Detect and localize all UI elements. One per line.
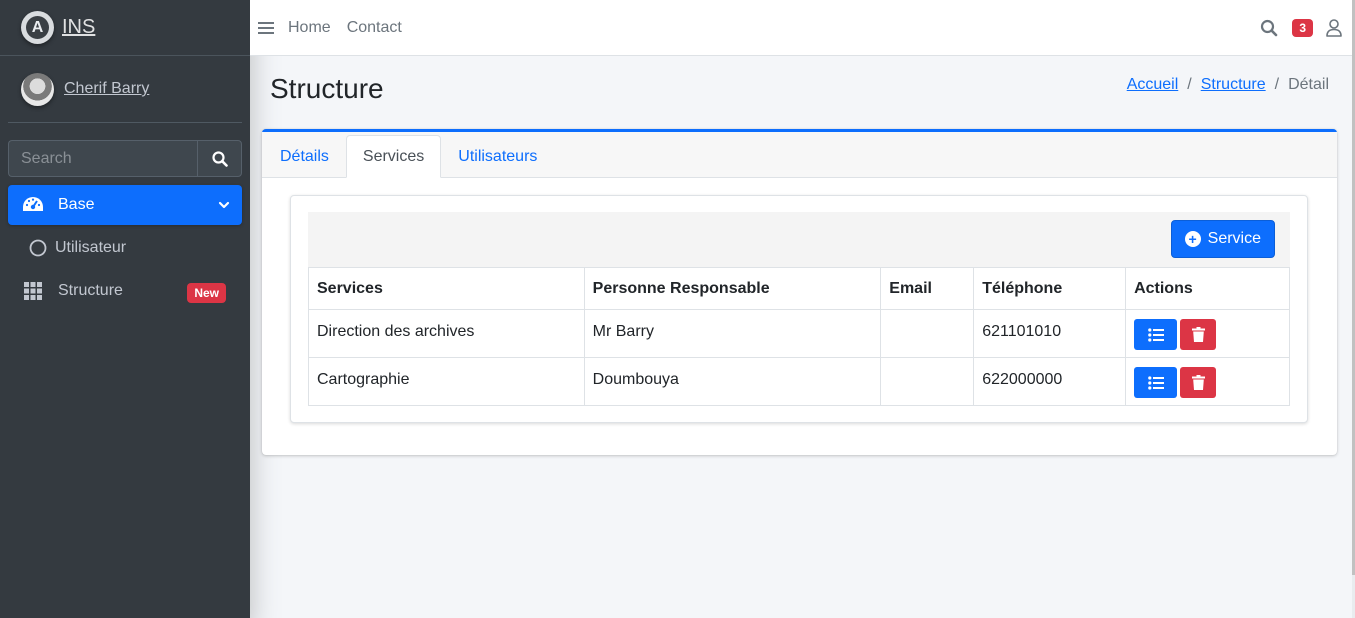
column-header: Email [880,267,975,310]
brand-logo-icon: A [21,11,54,44]
cell-email [880,309,975,358]
column-header: Actions [1125,267,1290,310]
details-button[interactable] [1134,319,1178,350]
tab-utilisateurs[interactable]: Utilisateurs [441,136,554,178]
add-service-label: Service [1207,230,1261,247]
nav-link-home[interactable]: Home [288,19,331,37]
circle-icon [27,239,49,257]
tab-bar: Détails Services Utilisateurs [262,132,1337,178]
nav-link-contact[interactable]: Contact [347,19,402,37]
cell-service: Direction des archives [308,309,585,358]
structure-card: Détails Services Utilisateurs + Service … [262,129,1337,455]
search-icon[interactable] [1260,19,1278,37]
sidebar-search-input[interactable] [8,140,197,177]
cell-telephone: 621101010 [973,309,1127,358]
notification-badge[interactable]: 3 [1292,19,1313,37]
brand-link[interactable]: A INS [0,0,250,56]
table-toolbar: + Service [308,212,1290,267]
plus-circle-icon: + [1184,231,1201,247]
list-icon [1147,327,1164,342]
trash-icon [1191,375,1205,390]
tab-services[interactable]: Services [345,135,442,178]
table-row: Cartographie Doumbouya 622000000 [308,357,1290,406]
sidebar-item-utilisateur[interactable]: Utilisateur [8,228,242,268]
breadcrumb-structure[interactable]: Structure [1201,76,1266,94]
column-header: Services [308,267,585,310]
top-navbar: Home Contact 3 [250,0,1352,56]
table-header-row: Services Personne Responsable Email Télé… [308,267,1290,310]
breadcrumb-separator: / [1187,76,1192,93]
breadcrumb-separator: / [1274,76,1280,93]
sidebar-item-base[interactable]: Base [8,185,242,225]
search-icon [211,150,228,167]
sidebar: A INS Cherif Barry Search Base Utilisate… [0,0,250,618]
hamburger-menu-icon[interactable] [258,21,274,34]
sidebar-search [8,140,242,177]
column-header: Téléphone [973,267,1127,310]
delete-button[interactable] [1180,367,1217,398]
cell-telephone: 622000000 [973,357,1127,406]
brand-logo-letter: A [26,16,49,39]
user-name-link[interactable]: Cherif Barry [64,80,149,98]
sidebar-item-label: Utilisateur [55,239,127,256]
list-icon [1147,375,1164,390]
sidebar-search-button[interactable] [197,140,242,177]
add-service-button[interactable]: + Service [1170,220,1275,258]
details-button[interactable] [1134,367,1178,398]
services-table: Services Personne Responsable Email Télé… [308,267,1290,406]
cell-actions [1125,357,1290,406]
breadcrumb-current: Détail [1288,76,1329,93]
user-panel: Cherif Barry [8,56,242,123]
cell-responsable: Doumbouya [583,357,882,406]
column-header: Personne Responsable [583,267,882,310]
tab-details[interactable]: Détails [263,136,346,178]
sidebar-item-label: Base [58,196,95,213]
services-panel: + Service Services Personne Responsable … [290,195,1308,423]
trash-icon [1191,327,1205,342]
page-title: Structure [270,73,384,104]
user-icon[interactable] [1326,19,1342,37]
sidebar-nav: Base Utilisateur Structure New [8,185,242,314]
new-badge: New [187,283,226,303]
cell-responsable: Mr Barry [583,309,882,358]
navbar-right: 3 [1260,0,1352,56]
brand-name[interactable]: INS [62,16,95,39]
cell-service: Cartographie [308,357,585,406]
tachometer-icon [20,196,46,214]
cell-email [880,357,975,406]
table-row: Direction des archives Mr Barry 62110101… [308,309,1290,358]
breadcrumb: Accueil / Structure / Détail [1127,76,1329,94]
delete-button[interactable] [1180,319,1217,350]
grid-icon [20,282,46,300]
cell-actions [1125,309,1290,358]
avatar [21,72,54,106]
chevron-down-icon [218,198,230,216]
sidebar-item-label: Structure [58,282,123,299]
breadcrumb-accueil[interactable]: Accueil [1127,76,1179,94]
sidebar-item-structure[interactable]: Structure New [8,271,242,311]
